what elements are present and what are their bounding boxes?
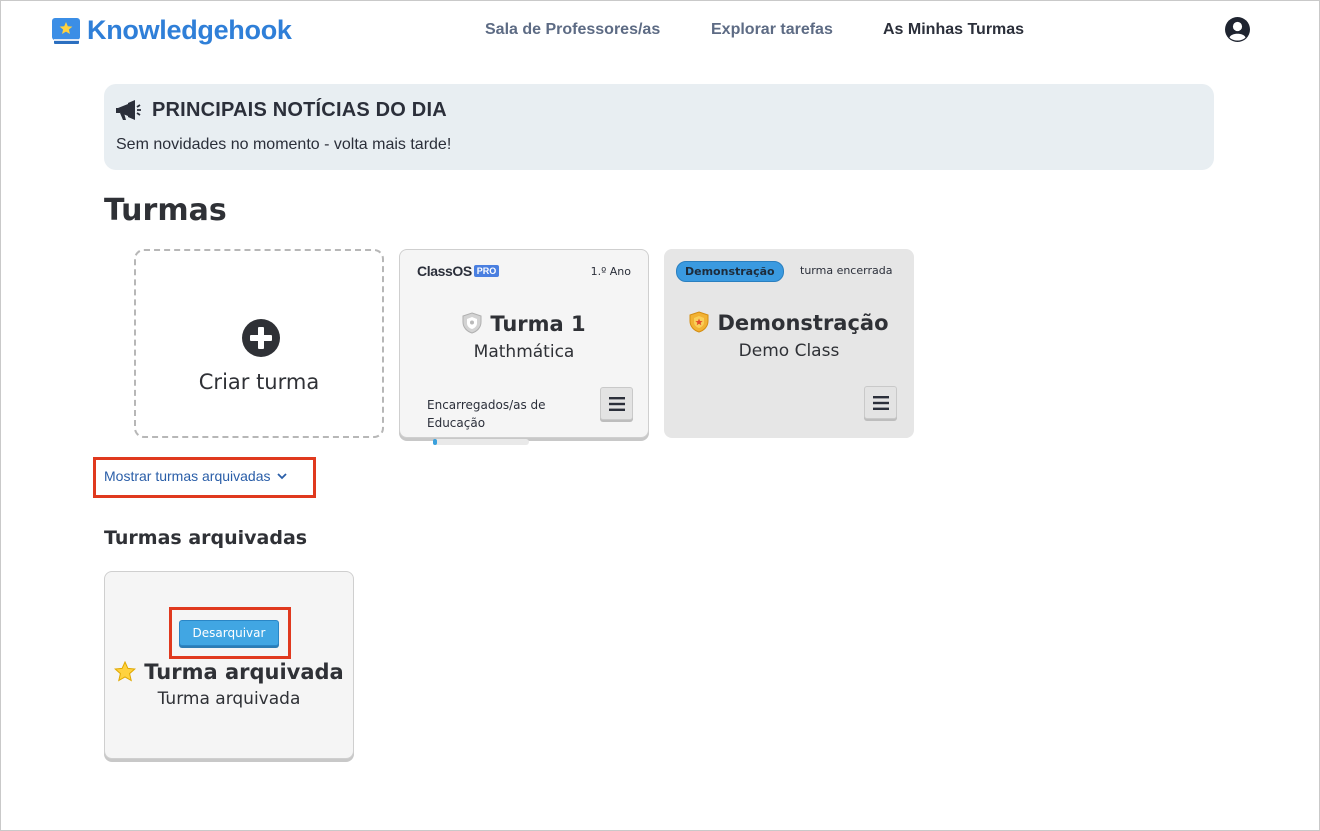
brand-logo[interactable]: Knowledgehook (51, 15, 292, 46)
archived-heading: Turmas arquivadas (104, 527, 308, 549)
class-progress-fill (433, 439, 437, 445)
class-name: Turma arquivada (105, 660, 353, 684)
guardians-link[interactable]: Encarregados/as de Educação (427, 396, 577, 432)
hamburger-icon (872, 395, 889, 410)
create-class-card[interactable]: Criar turma (134, 249, 384, 438)
class-name-text: Turma 1 (490, 312, 586, 336)
class-subject: Mathmática (473, 342, 575, 362)
highlight-box-show-archived (93, 457, 316, 498)
class-menu-button[interactable] (864, 386, 897, 419)
book-star-icon (52, 17, 80, 44)
class-progress-bar (433, 439, 529, 445)
class-subject: Turma arquivada (157, 689, 301, 709)
classes-heading: Turmas (104, 193, 227, 228)
brand-name: Knowledgehook (87, 15, 292, 45)
class-menu-button[interactable] (600, 387, 633, 420)
user-circle-icon[interactable] (1224, 16, 1251, 43)
megaphone-icon (116, 100, 141, 120)
pro-badge: PRO (473, 265, 500, 277)
grade-label: 1.º Ano (590, 265, 631, 278)
class-name-text: Turma arquivada (144, 660, 344, 684)
nav-explore-tasks[interactable]: Explorar tarefas (711, 21, 833, 39)
class-status: turma encerrada (800, 264, 893, 277)
news-message: Sem novidades no momento - volta mais ta… (116, 136, 452, 153)
nav-my-classes[interactable]: As Minhas Turmas (883, 21, 1024, 39)
classos-brand: ClassOS (417, 263, 472, 279)
star-icon (114, 661, 137, 682)
create-class-label: Criar turma (198, 370, 320, 394)
demo-badge: Demonstração (676, 261, 784, 282)
class-name: Turma 1 (400, 312, 648, 336)
highlight-box-unarchive (169, 607, 291, 659)
hamburger-icon (608, 396, 625, 411)
plus-circle-icon (242, 319, 280, 357)
class-card-demo[interactable]: Demonstração turma encerrada Demonstraçã… (664, 249, 914, 438)
class-card-turma-1[interactable]: ClassOS PRO 1.º Ano Turma 1 Mathmática En… (399, 249, 649, 438)
shield-icon (462, 312, 482, 334)
archived-class-card[interactable]: Desarquivar Turma arquivada Turma arquiv… (104, 571, 354, 759)
news-banner (104, 84, 1214, 170)
shield-icon (689, 311, 709, 333)
nav-teachers-room[interactable]: Sala de Professores/as (485, 21, 660, 39)
class-name: Demonstração (664, 311, 914, 335)
class-subject: Demo Class (738, 341, 840, 361)
classos-logo: ClassOS PRO (417, 263, 500, 279)
news-title: PRINCIPAIS NOTÍCIAS DO DIA (152, 99, 447, 121)
class-name-text: Demonstração (717, 311, 889, 335)
